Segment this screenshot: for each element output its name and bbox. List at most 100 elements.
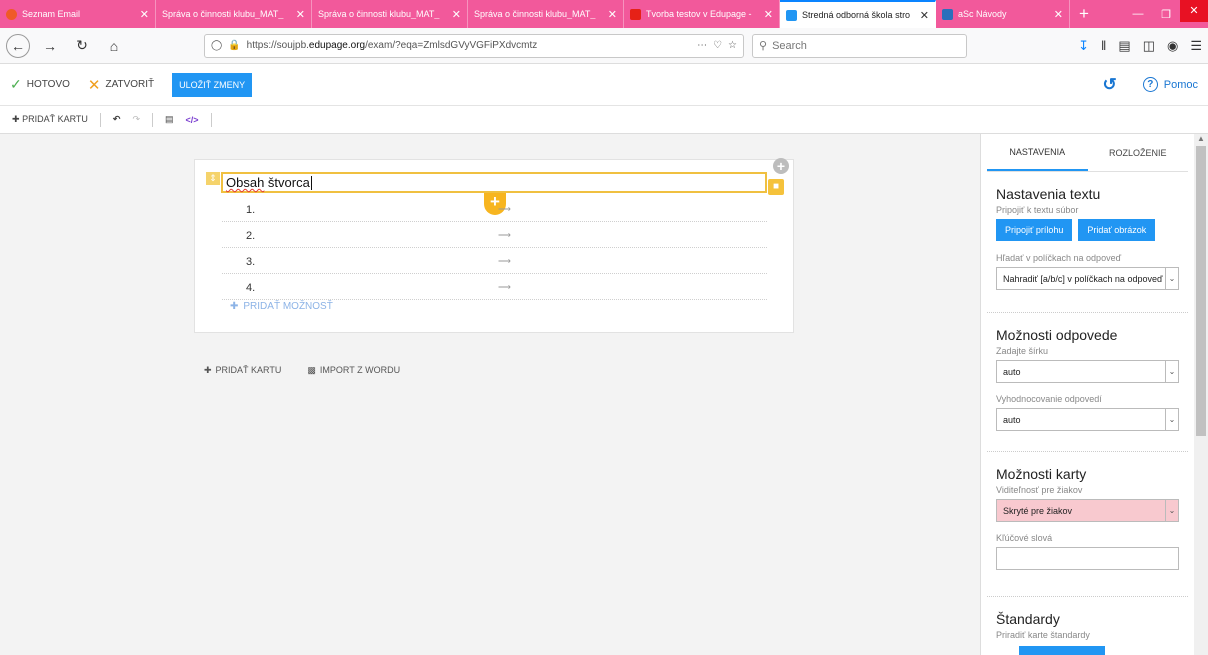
add-card-bottom-button[interactable]: ✚ PRIDAŤ KARTU xyxy=(204,365,281,376)
reader-icon[interactable]: ◫ xyxy=(1143,38,1155,54)
checkmark-icon: ✓ xyxy=(10,76,22,92)
browser-tab[interactable]: Správa o činnosti klubu_MAT_ ✕ xyxy=(156,0,312,28)
add-card-button[interactable]: ✚ PRIDAŤ KARTU xyxy=(12,114,88,125)
window-close-icon[interactable]: ✕ xyxy=(1180,0,1208,22)
database-icon[interactable]: ▤ xyxy=(165,114,174,125)
done-button[interactable]: ✓ HOTOVO xyxy=(10,76,70,93)
text-caret xyxy=(310,175,312,190)
bookmark-star-icon[interactable]: ☆ xyxy=(728,40,737,51)
select-value: Nahradiť [a/b/c] v políčkach na odpoveď xyxy=(1003,273,1163,284)
browser-tab[interactable]: Správa o činnosti klubu_MAT_ ✕ xyxy=(312,0,468,28)
browser-tools: ↧ ‖ ▤ ◫ ◉ ☰ xyxy=(1078,38,1202,54)
attach-file-button[interactable]: Pripojiť prílohu xyxy=(996,219,1073,241)
drag-handle-icon[interactable]: ⇕ xyxy=(206,172,220,185)
assign-standards-button[interactable] xyxy=(1019,646,1105,655)
question-title-field[interactable]: Obsah štvorca xyxy=(221,172,767,193)
forward-button[interactable]: → xyxy=(38,34,62,58)
shield-icon[interactable]: ◯ xyxy=(211,40,222,51)
youtube-favicon xyxy=(630,8,641,20)
section-title: Nastavenia textu xyxy=(996,186,1101,202)
refresh-icon[interactable]: ↺ xyxy=(1103,75,1117,95)
evaluation-select[interactable]: auto ⌄ xyxy=(996,408,1179,431)
browser-tab[interactable]: aSc Návody ✕ xyxy=(936,0,1070,28)
option-arrow-icon: ⟶ xyxy=(498,256,511,266)
undo-icon[interactable]: ↶ xyxy=(113,114,121,125)
visibility-select[interactable]: Skryté pre žiakov ⌄ xyxy=(996,499,1179,522)
tab-label: Správa o činnosti klubu_MAT_ xyxy=(318,9,440,19)
section-title: Štandardy xyxy=(996,611,1060,627)
chevron-down-icon: ⌄ xyxy=(1165,361,1178,382)
assign-standards-label: Priradiť karte štandardy xyxy=(996,630,1090,640)
edupage-favicon xyxy=(786,9,797,21)
url-bar[interactable]: ◯ 🔒 https://soujpb.edupage.org/exam/?eqa… xyxy=(204,33,744,58)
close-tab-icon[interactable]: ✕ xyxy=(1054,8,1063,21)
redo-icon[interactable]: ↷ xyxy=(132,114,140,125)
extension-icon[interactable]: ◉ xyxy=(1167,38,1178,54)
browser-tab[interactable]: Seznam Email ✕ xyxy=(0,0,156,28)
help-label: Pomoc xyxy=(1163,78,1198,91)
close-tab-icon[interactable]: ✕ xyxy=(452,8,461,21)
close-editor-button[interactable]: ✕ ZATVORIŤ xyxy=(88,76,154,94)
menu-icon[interactable]: ☰ xyxy=(1190,38,1202,54)
reload-button[interactable]: ↻ xyxy=(70,34,94,58)
import-word-button[interactable]: ▩ IMPORT Z WORDU xyxy=(307,365,400,376)
option-arrow-icon: ⟶ xyxy=(498,204,511,214)
home-button[interactable]: ⌂ xyxy=(102,34,126,58)
scrollbar-thumb[interactable] xyxy=(1196,146,1206,436)
width-select[interactable]: auto ⌄ xyxy=(996,360,1179,383)
plus-icon: ✚ xyxy=(230,301,239,312)
chevron-down-icon: ⌄ xyxy=(1165,500,1178,521)
trash-icon[interactable]: ■ xyxy=(768,179,784,195)
pocket-icon[interactable]: ♡ xyxy=(713,40,722,51)
card-toolbar: ✚ PRIDAŤ KARTU ↶ ↷ ▤ </> xyxy=(0,106,1208,134)
url-text[interactable]: https://soujpb.edupage.org/exam/?eqa=Zml… xyxy=(247,40,691,51)
save-changes-button[interactable]: ULOŽIŤ ZMENY xyxy=(172,72,253,97)
new-tab-button[interactable]: + xyxy=(1070,0,1098,28)
add-option-button[interactable]: ✚ PRIDAŤ MOŽNOSŤ xyxy=(230,301,333,312)
download-icon[interactable]: ↧ xyxy=(1078,38,1089,54)
window-controls: — ❐ ✕ xyxy=(1124,0,1208,28)
tab-layout[interactable]: ROZLOŽENIE xyxy=(1088,134,1189,171)
search-icon: ⚲ xyxy=(759,40,768,52)
answer-option-row[interactable]: 1. ⟶ xyxy=(222,198,767,222)
section-title: Možnosti odpovede xyxy=(996,327,1118,343)
search-fields-select[interactable]: Nahradiť [a/b/c] v políčkach na odpoveď … xyxy=(996,267,1179,290)
search-bar[interactable]: ⚲ Search xyxy=(752,33,967,58)
back-button[interactable]: ← xyxy=(6,33,30,58)
tab-settings[interactable]: NASTAVENIA xyxy=(987,134,1088,171)
close-tab-icon[interactable]: ✕ xyxy=(764,8,773,21)
restore-icon[interactable]: ❐ xyxy=(1152,8,1180,21)
panel-scrollbar[interactable]: ▲ xyxy=(1194,134,1208,655)
close-tab-icon[interactable]: ✕ xyxy=(140,8,149,21)
toolbar-divider xyxy=(99,112,101,127)
add-image-button[interactable]: Pridať obrázok xyxy=(1078,219,1156,241)
help-button[interactable]: ? Pomoc xyxy=(1142,77,1198,92)
close-tab-icon[interactable]: ✕ xyxy=(920,9,929,22)
close-tab-icon[interactable]: ✕ xyxy=(608,8,617,21)
keywords-input[interactable] xyxy=(996,547,1179,570)
browser-tab[interactable]: Tvorba testov v Edupage - ✕ xyxy=(624,0,780,28)
document-icon: ▩ xyxy=(307,365,316,375)
minimize-icon[interactable]: — xyxy=(1124,8,1152,20)
sidebar-icon[interactable]: ▤ xyxy=(1118,38,1130,54)
answer-option-row[interactable]: 2. ⟶ xyxy=(222,224,767,248)
close-tab-icon[interactable]: ✕ xyxy=(296,8,305,21)
lock-icon[interactable]: 🔒 xyxy=(228,40,240,51)
option-arrow-icon: ⟶ xyxy=(498,282,511,292)
answer-options-section: Možnosti odpovede Zadajte šírku auto ⌄ V… xyxy=(981,313,1194,431)
editor-toolbar: ✓ HOTOVO ✕ ZATVORIŤ ULOŽIŤ ZMENY ↺ ? Pom… xyxy=(0,64,1208,106)
tab-label: Správa o činnosti klubu_MAT_ xyxy=(474,9,596,19)
page-actions-icon[interactable]: ⋯ xyxy=(697,40,707,51)
add-card-above-icon[interactable]: + xyxy=(773,158,789,174)
toolbar-divider xyxy=(152,112,153,127)
answer-option-row[interactable]: 4. ⟶ xyxy=(222,276,767,300)
answer-option-row[interactable]: 3. ⟶ xyxy=(222,250,767,274)
section-title: Možnosti karty xyxy=(996,466,1087,482)
toolbar-divider xyxy=(210,112,212,127)
browser-tab[interactable]: Správa o činnosti klubu_MAT_ ✕ xyxy=(468,0,624,28)
scroll-up-icon[interactable]: ▲ xyxy=(1197,134,1205,143)
code-icon[interactable]: </> xyxy=(186,115,199,125)
help-icon: ? xyxy=(1142,77,1158,92)
browser-tab-active[interactable]: Stredná odborná škola stro ✕ xyxy=(780,0,936,28)
library-icon[interactable]: ‖ xyxy=(1101,38,1106,54)
